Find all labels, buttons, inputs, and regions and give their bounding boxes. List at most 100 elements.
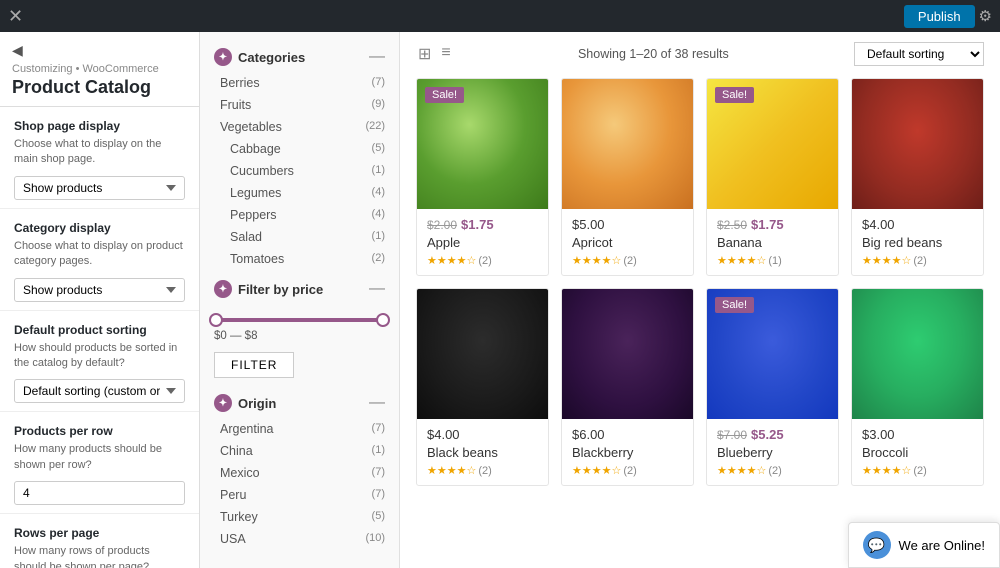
price-range-control: $0 — $8 FILTER bbox=[200, 304, 399, 384]
chat-widget[interactable]: 💬 We are Online! bbox=[848, 522, 1000, 568]
category-item[interactable]: Legumes(4) bbox=[200, 182, 399, 204]
price-collapse-icon[interactable]: — bbox=[369, 281, 385, 297]
product-name: Apple bbox=[427, 235, 538, 250]
category-display-desc: Choose what to display on product catego… bbox=[14, 239, 185, 270]
category-name: Tomatoes bbox=[230, 252, 284, 266]
product-image: Sale! bbox=[707, 289, 838, 419]
product-price: $4.00 bbox=[862, 217, 973, 232]
category-count: (2) bbox=[372, 252, 385, 266]
review-count: (1) bbox=[768, 255, 781, 267]
product-name: Black beans bbox=[427, 445, 538, 460]
filter-apply-button[interactable]: FILTER bbox=[214, 352, 294, 378]
category-name: Berries bbox=[220, 76, 260, 90]
product-card[interactable]: Sale! $2.50$1.75 Banana ★★★★☆ (1) bbox=[706, 78, 839, 276]
product-name: Big red beans bbox=[862, 235, 973, 250]
origin-name: China bbox=[220, 444, 253, 458]
products-per-row-input[interactable] bbox=[14, 481, 185, 505]
gear-button[interactable]: ⚙ bbox=[979, 7, 992, 25]
product-card[interactable]: $3.00 Broccoli ★★★★☆ (2) bbox=[851, 288, 984, 486]
category-item[interactable]: Berries(7) bbox=[200, 72, 399, 94]
product-info: $7.00$5.25 Blueberry ★★★★☆ (2) bbox=[707, 419, 838, 485]
origin-collapse-icon[interactable]: — bbox=[369, 395, 385, 411]
category-item[interactable]: Cucumbers(1) bbox=[200, 160, 399, 182]
category-item[interactable]: Peppers(4) bbox=[200, 204, 399, 226]
category-count: (22) bbox=[365, 120, 385, 134]
categories-collapse-icon[interactable]: — bbox=[369, 49, 385, 65]
product-price: $3.00 bbox=[862, 427, 973, 442]
close-icon[interactable]: ✕ bbox=[8, 6, 23, 27]
product-price: $4.00 bbox=[427, 427, 538, 442]
price-slider-min-thumb[interactable] bbox=[209, 313, 223, 327]
product-card[interactable]: $4.00 Big red beans ★★★★☆ (2) bbox=[851, 78, 984, 276]
origin-item[interactable]: Mexico(7) bbox=[200, 462, 399, 484]
review-count: (2) bbox=[913, 465, 926, 477]
category-count: (4) bbox=[372, 208, 385, 222]
category-item[interactable]: Fruits(9) bbox=[200, 94, 399, 116]
origin-name: Mexico bbox=[220, 466, 260, 480]
product-name: Blackberry bbox=[572, 445, 683, 460]
price-header[interactable]: ✦ Filter by price — bbox=[200, 274, 399, 304]
stars-icon: ★★★★☆ bbox=[427, 464, 476, 477]
list-view-icon[interactable]: ≡ bbox=[439, 42, 452, 66]
review-count: (2) bbox=[623, 255, 636, 267]
category-item[interactable]: Cabbage (5) bbox=[200, 138, 399, 160]
category-item[interactable]: Tomatoes (2) bbox=[200, 248, 399, 270]
product-rating: ★★★★☆ (1) bbox=[717, 254, 828, 267]
publish-button[interactable]: Publish bbox=[904, 5, 975, 28]
product-price: $5.00 bbox=[572, 217, 683, 232]
review-count: (2) bbox=[623, 465, 636, 477]
product-card[interactable]: $5.00 Apricot ★★★★☆ (2) bbox=[561, 78, 694, 276]
rows-per-page-desc: How many rows of products should be show… bbox=[14, 544, 185, 568]
shop-display-select[interactable]: Show products Show categories Show both bbox=[14, 176, 185, 200]
origin-item[interactable]: China (1) bbox=[200, 440, 399, 462]
rows-per-page-label: Rows per page bbox=[14, 526, 185, 540]
category-name: Vegetables bbox=[220, 120, 282, 134]
sort-select[interactable]: Default sorting Popularity Price: low to… bbox=[854, 42, 984, 66]
origin-name: Peru bbox=[220, 488, 246, 502]
category-name: Fruits bbox=[220, 98, 251, 112]
origin-item[interactable]: Argentina(7) bbox=[200, 418, 399, 440]
original-price: $2.00 bbox=[427, 218, 457, 232]
category-item[interactable]: Vegetables (22) bbox=[200, 116, 399, 138]
product-rating: ★★★★☆ (2) bbox=[572, 254, 683, 267]
origin-header[interactable]: ✦ Origin — bbox=[200, 388, 399, 418]
product-image bbox=[562, 289, 693, 419]
origin-item[interactable]: Peru (7) bbox=[200, 484, 399, 506]
price-icon: ✦ bbox=[214, 280, 232, 298]
origin-count: (1) bbox=[372, 444, 385, 458]
results-count: Showing 1–20 of 38 results bbox=[578, 47, 729, 61]
categories-list: Berries(7)Fruits(9) Vegetables (22) Cabbage… bbox=[200, 72, 399, 270]
stars-icon: ★★★★☆ bbox=[572, 254, 621, 267]
product-name: Blueberry bbox=[717, 445, 828, 460]
categories-header[interactable]: ✦ Categories — bbox=[200, 42, 399, 72]
product-price: $2.50$1.75 bbox=[717, 217, 828, 232]
product-card[interactable]: Sale! $7.00$5.25 Blueberry ★★★★☆ (2) bbox=[706, 288, 839, 486]
price-slider-max-thumb[interactable] bbox=[376, 313, 390, 327]
category-display-select[interactable]: Show products Show subcategories Show bo… bbox=[14, 278, 185, 302]
origin-item[interactable]: Turkey(5) bbox=[200, 506, 399, 528]
grid-view-icon[interactable]: ⊞ bbox=[416, 42, 433, 66]
product-card[interactable]: Sale! $2.00$1.75 Apple ★★★★☆ (2) bbox=[416, 78, 549, 276]
category-item[interactable]: Salad(1) bbox=[200, 226, 399, 248]
category-count: (5) bbox=[372, 142, 385, 156]
category-display-section: Category display Choose what to display … bbox=[0, 209, 199, 311]
default-sorting-select[interactable]: Default sorting (custom ordering + na Po… bbox=[14, 379, 185, 403]
category-name: Cabbage bbox=[230, 142, 281, 156]
product-price: $6.00 bbox=[572, 427, 683, 442]
back-button[interactable]: ◀ bbox=[12, 42, 187, 59]
product-info: $4.00 Black beans ★★★★☆ (2) bbox=[417, 419, 548, 485]
sort-control: Default sorting Popularity Price: low to… bbox=[854, 42, 984, 66]
origin-count: (7) bbox=[372, 488, 385, 502]
category-count: (4) bbox=[372, 186, 385, 200]
product-info: $5.00 Apricot ★★★★☆ (2) bbox=[562, 209, 693, 275]
origin-item[interactable]: USA(10) bbox=[200, 528, 399, 550]
price-slider-track bbox=[214, 318, 385, 322]
default-sorting-section: Default product sorting How should produ… bbox=[0, 311, 199, 413]
category-display-label: Category display bbox=[14, 221, 185, 235]
price: $4.00 bbox=[862, 217, 895, 232]
product-card[interactable]: $4.00 Black beans ★★★★☆ (2) bbox=[416, 288, 549, 486]
content-area: ⊞ ≡ Showing 1–20 of 38 results Default s… bbox=[400, 32, 1000, 568]
review-count: (2) bbox=[913, 255, 926, 267]
product-card[interactable]: $6.00 Blackberry ★★★★☆ (2) bbox=[561, 288, 694, 486]
product-image bbox=[417, 289, 548, 419]
